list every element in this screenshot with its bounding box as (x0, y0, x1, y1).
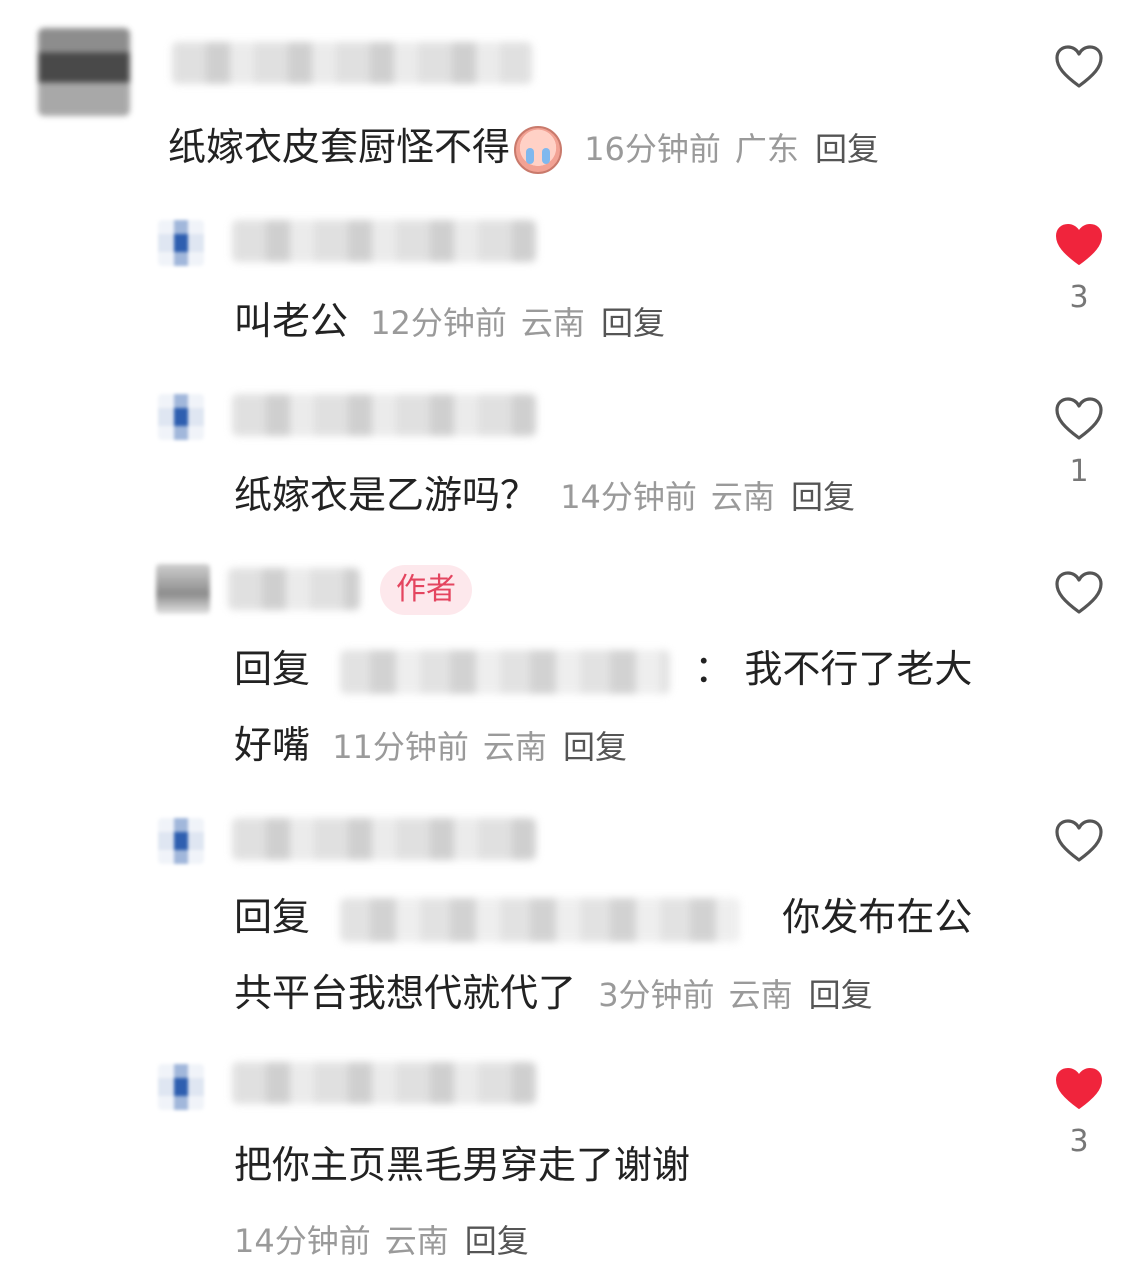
comment-location: 广东 (734, 130, 799, 168)
mentioned-user-blurred[interactable] (340, 897, 741, 942)
heart-outline-icon[interactable] (1054, 570, 1104, 616)
username-blurred[interactable] (172, 42, 532, 84)
reply-location: 云南 (710, 478, 775, 516)
mentioned-user-blurred[interactable] (340, 649, 671, 694)
comment-text: 纸嫁衣皮套厨怪不得 (168, 125, 511, 169)
comment-time: 16分钟前 (584, 130, 721, 168)
reply-text: 纸嫁衣是乙游吗？ (234, 473, 539, 517)
avatar[interactable] (158, 394, 204, 440)
reply-body-line1: 回复 ： 我不行了老大 (234, 646, 972, 694)
reply-prefix: 回复 (234, 647, 311, 691)
reply-text: 我不行了老大 (744, 647, 973, 691)
avatar[interactable] (38, 28, 130, 116)
reply-text-continued: 好嘴 (234, 723, 311, 767)
reply-location: 云南 (728, 976, 793, 1014)
reply-text: 把你主页黑毛男穿走了谢谢 (234, 1143, 691, 1187)
avatar[interactable] (158, 220, 204, 266)
reply-button[interactable]: 回复 (563, 728, 627, 766)
comment-body: 纸嫁衣皮套厨怪不得 16分钟前 广东 回复 (168, 124, 879, 174)
like-count: 3 (1069, 280, 1089, 315)
reply-body: 叫老公 12分钟前 云南 回复 (234, 298, 665, 346)
reply-button[interactable]: 回复 (791, 478, 855, 516)
reply-time: 12分钟前 (370, 304, 507, 342)
heart-outline-icon[interactable] (1054, 818, 1104, 864)
reply-button[interactable]: 回复 (601, 304, 665, 342)
reply-body-line2: 共平台我想代就代了 3分钟前 云南 回复 (234, 970, 873, 1018)
crying-face-emoji-icon (514, 125, 563, 174)
like-count: 3 (1069, 1124, 1089, 1159)
reply-body: 把你主页黑毛男穿走了谢谢 (234, 1142, 690, 1188)
username-blurred[interactable] (232, 394, 536, 436)
heart-filled-icon[interactable] (1054, 1066, 1104, 1112)
reply-time: 14分钟前 (560, 478, 697, 516)
username-blurred[interactable] (232, 220, 536, 262)
author-badge: 作者 (380, 565, 472, 615)
heart-outline-icon[interactable] (1054, 44, 1104, 90)
username-blurred[interactable] (232, 1062, 536, 1104)
heart-outline-icon[interactable] (1054, 396, 1104, 442)
reply-text: 你发布在公 (782, 895, 973, 939)
reply-button[interactable]: 回复 (465, 1222, 529, 1260)
reply-button[interactable]: 回复 (809, 976, 873, 1014)
reply-prefix: 回复 (234, 895, 311, 939)
username-blurred[interactable] (232, 818, 536, 860)
reply-text: 叫老公 (234, 299, 349, 343)
reply-body-line2: 好嘴 11分钟前 云南 回复 (234, 722, 627, 770)
heart-filled-icon[interactable] (1054, 222, 1104, 268)
reply-location: 云南 (384, 1222, 449, 1260)
reply-time: 11分钟前 (332, 728, 469, 766)
avatar[interactable] (158, 1064, 204, 1110)
reply-location: 云南 (482, 728, 547, 766)
reply-body: 纸嫁衣是乙游吗？ 14分钟前 云南 回复 (234, 472, 855, 520)
avatar[interactable] (156, 564, 210, 614)
username-blurred[interactable] (228, 568, 360, 610)
reply-colon: ： (694, 647, 733, 691)
reply-button[interactable]: 回复 (815, 130, 879, 168)
reply-meta-row: 14分钟前 云南 回复 (222, 1216, 529, 1264)
avatar[interactable] (158, 818, 204, 864)
reply-time: 3分钟前 (598, 976, 715, 1014)
like-count: 1 (1069, 454, 1089, 489)
reply-location: 云南 (520, 304, 585, 342)
reply-text-continued: 共平台我想代就代了 (234, 971, 577, 1015)
reply-body-line1: 回复 你发布在公 (234, 894, 972, 942)
reply-time: 14分钟前 (234, 1222, 371, 1260)
